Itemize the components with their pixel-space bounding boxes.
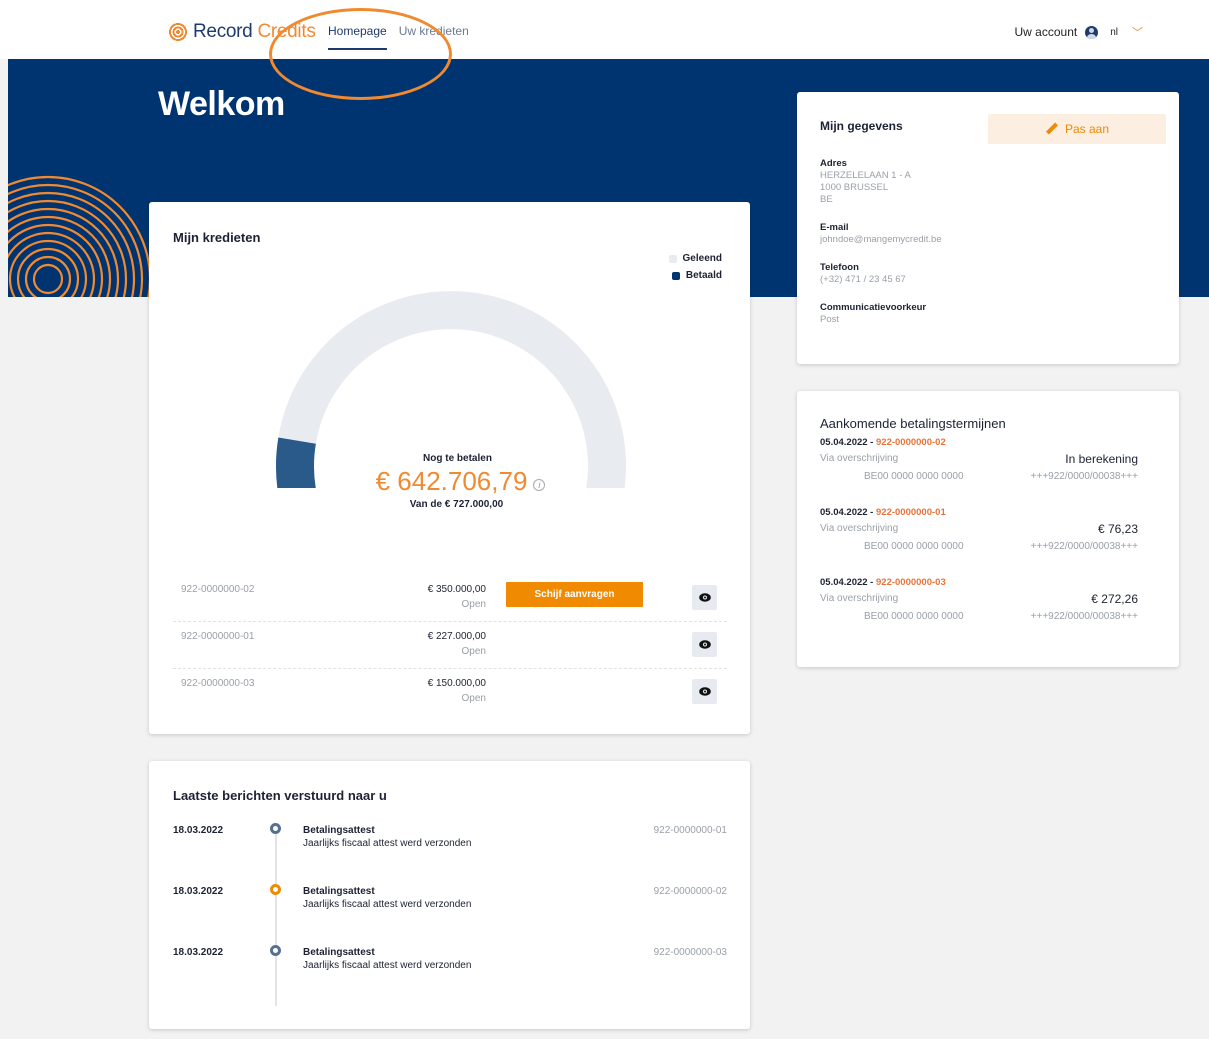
schijf-aanvragen-button[interactable]: Schijf aanvragen — [506, 582, 643, 607]
personal-details-card: Mijn gegevens Pas aan Adres HERZELELAAN … — [797, 92, 1179, 364]
credits-title: Mijn kredieten — [173, 230, 261, 245]
nav-uw-kredieten[interactable]: Uw kredieten — [399, 24, 469, 50]
loan-amount: € 150.000,00 — [427, 678, 486, 689]
payment-header: 05.04.2022 - 922-0000000-02 — [820, 437, 946, 448]
email-field: E-mail johndoe@mangemycredit.be — [820, 222, 942, 245]
loan-id: 922-0000000-03 — [181, 678, 255, 689]
upcoming-payments-card: Aankomende betalingstermijnen 05.04.2022… — [797, 391, 1179, 667]
gauge-center: Nog te betalen € 642.706,79 i Van de € 7… — [149, 453, 750, 510]
loan-status: Open — [461, 646, 486, 657]
details-title: Mijn gegevens — [820, 119, 903, 133]
payment-header: 05.04.2022 - 922-0000000-01 — [820, 507, 946, 518]
edit-details-button[interactable]: Pas aan — [988, 114, 1166, 144]
loan-row: 922-0000000-02 € 350.000,00 Open Schijf … — [173, 575, 727, 622]
upcoming-title: Aankomende betalingstermijnen — [820, 416, 1006, 431]
timeline-dot-icon — [270, 945, 281, 956]
payment-structured-reference: +++922/0000/00038+++ — [1030, 611, 1138, 622]
loan-id: 922-0000000-02 — [181, 584, 255, 595]
view-loan-button[interactable] — [692, 632, 717, 657]
payment-method: Via overschrijving — [820, 453, 899, 464]
record-credits-logo-icon — [168, 22, 188, 42]
message-ref: 922-0000000-01 — [653, 825, 727, 836]
loans-list: 922-0000000-02 € 350.000,00 Open Schijf … — [173, 575, 727, 716]
view-loan-button[interactable] — [692, 679, 717, 704]
message-item[interactable]: 18.03.2022 Betalingsattest Jaarlijks fis… — [173, 945, 727, 987]
message-ref: 922-0000000-02 — [653, 886, 727, 897]
legend-swatch-betaald — [671, 271, 680, 280]
top-bar: Record Credits Homepage Uw kredieten Uw … — [0, 0, 1209, 59]
info-icon[interactable]: i — [533, 478, 546, 491]
messages-title: Laatste berichten verstuurd naar u — [173, 788, 387, 803]
message-date: 18.03.2022 — [173, 886, 224, 897]
eye-icon — [698, 593, 711, 602]
payment-item: 05.04.2022 - 922-0000000-01 Via overschr… — [820, 507, 1138, 552]
payment-iban: BE00 0000 0000 0000 — [864, 471, 964, 482]
edit-label: Pas aan — [1064, 122, 1110, 136]
payment-method: Via overschrijving — [820, 593, 899, 604]
phone-field: Telefoon (+32) 471 / 23 45 67 — [820, 262, 906, 285]
nav-homepage[interactable]: Homepage — [328, 24, 387, 50]
message-title: Betalingsattest — [303, 825, 375, 836]
user-avatar-icon[interactable] — [1085, 25, 1099, 39]
account-menu[interactable]: Uw account nl ﹀ — [1015, 24, 1144, 40]
account-label[interactable]: Uw account — [1015, 25, 1078, 39]
legend-swatch-geleend — [668, 254, 677, 263]
eye-icon — [698, 687, 711, 696]
gauge-amount: € 642.706,79 i — [376, 466, 546, 497]
payment-iban: BE00 0000 0000 0000 — [864, 611, 964, 622]
fingerprint-decoration-icon — [8, 175, 152, 297]
loan-id: 922-0000000-01 — [181, 631, 255, 642]
loan-row: 922-0000000-03 € 150.000,00 Open — [173, 669, 727, 716]
address-field: Adres HERZELELAAN 1 - A 1000 BRUSSEL BE — [820, 158, 911, 205]
language-selector[interactable]: nl — [1110, 27, 1118, 38]
payment-header: 05.04.2022 - 922-0000000-03 — [820, 577, 946, 588]
message-title: Betalingsattest — [303, 886, 375, 897]
payment-amount: € 76,23 — [1097, 522, 1138, 536]
credits-card: Mijn kredieten Geleend Betaald Nog te be… — [149, 202, 750, 734]
message-date: 18.03.2022 — [173, 825, 224, 836]
loan-amount: € 227.000,00 — [427, 631, 486, 642]
main-nav: Homepage Uw kredieten — [328, 24, 469, 50]
brand-logo[interactable]: Record Credits — [168, 20, 316, 44]
payment-item: 05.04.2022 - 922-0000000-02 Via overschr… — [820, 437, 1138, 482]
gauge-label: Nog te betalen — [423, 453, 492, 464]
payment-structured-reference: +++922/0000/00038+++ — [1030, 471, 1138, 482]
message-title: Betalingsattest — [303, 947, 375, 958]
payment-structured-reference: +++922/0000/00038+++ — [1030, 541, 1138, 552]
chevron-down-icon[interactable]: ﹀ — [1132, 24, 1143, 40]
message-item[interactable]: 18.03.2022 Betalingsattest Jaarlijks fis… — [173, 884, 727, 926]
payment-method: Via overschrijving — [820, 523, 899, 534]
view-loan-button[interactable] — [692, 585, 717, 610]
payment-iban: BE00 0000 0000 0000 — [864, 541, 964, 552]
loan-status: Open — [461, 693, 486, 704]
message-text: Jaarlijks fiscaal attest werd verzonden — [303, 960, 472, 971]
payment-amount: € 272,26 — [1091, 592, 1138, 606]
message-date: 18.03.2022 — [173, 947, 224, 958]
loan-row: 922-0000000-01 € 227.000,00 Open — [173, 622, 727, 669]
page-title: Welkom — [158, 85, 285, 123]
loan-amount: € 350.000,00 — [427, 584, 486, 595]
message-ref: 922-0000000-03 — [653, 947, 727, 958]
loan-status: Open — [461, 599, 486, 610]
legend-item-betaald: Betaald — [669, 270, 722, 281]
communication-preference-field: Communicatievoorkeur Post — [820, 302, 927, 325]
brand-name: Record Credits — [193, 21, 316, 42]
timeline-dot-icon — [270, 884, 281, 895]
gauge-legend: Geleend Betaald — [668, 253, 722, 287]
payment-item: 05.04.2022 - 922-0000000-03 Via overschr… — [820, 577, 1138, 622]
message-item[interactable]: 18.03.2022 Betalingsattest Jaarlijks fis… — [173, 823, 727, 865]
messages-card: Laatste berichten verstuurd naar u 18.03… — [149, 761, 750, 1029]
payment-amount: In berekening — [1065, 452, 1138, 466]
legend-item-geleend: Geleend — [668, 253, 722, 264]
timeline-dot-icon — [270, 823, 281, 834]
remaining-amount: € 642.706,79 — [375, 466, 528, 496]
pencil-icon — [1045, 123, 1057, 135]
details-fields: Adres HERZELELAAN 1 - A 1000 BRUSSEL BE … — [820, 158, 942, 342]
eye-icon — [698, 640, 711, 649]
message-text: Jaarlijks fiscaal attest werd verzonden — [303, 838, 472, 849]
gauge-total: Van de € 727.000,00 — [409, 499, 504, 510]
message-text: Jaarlijks fiscaal attest werd verzonden — [303, 899, 472, 910]
